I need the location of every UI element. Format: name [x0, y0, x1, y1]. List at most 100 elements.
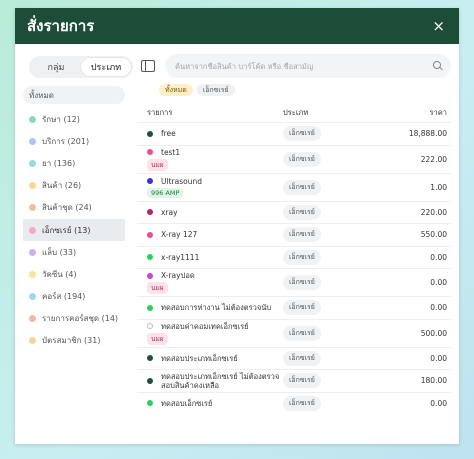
filter-chips: ทั้งหมด เอ็กซเรย์: [159, 84, 451, 96]
item-type-badge: เอ็กซเรย์: [283, 300, 321, 316]
item-type-badge: เอ็กซเรย์: [283, 373, 321, 389]
item-color-dot-icon: [147, 272, 153, 279]
category-item[interactable]: ยา (136): [23, 152, 125, 174]
table-row[interactable]: Ultrasound 996 AMP เอ็กซเรย์ 1.00: [137, 172, 451, 201]
category-label: แล็บ (33): [42, 247, 77, 257]
item-name: ทดสอบประเภทเอ็กซเรย์ ไม่ต้องตรวจสอบสินค้…: [161, 371, 280, 390]
order-modal: สั่งรายการ × กลุ่ม ประเภท ทั้งหมด รักษา …: [15, 8, 459, 444]
sidebar-toggle-icon[interactable]: [141, 60, 155, 72]
item-price: 500.00: [420, 328, 447, 338]
modal-title: สั่งรายการ: [27, 17, 95, 35]
item-name: x-ray1111: [161, 252, 200, 262]
item-name: ทดสอบการห่างาน ไม่ต้องตรวจนับ: [161, 303, 272, 313]
item-color-dot-icon: [147, 355, 153, 362]
category-label: คอร์ส (194): [42, 292, 86, 302]
category-label: รายการคอร์สชุด (14): [42, 314, 119, 324]
item-name: Ultrasound: [161, 176, 202, 186]
item-type-badge: เอ็กซเรย์: [283, 179, 321, 195]
filter-chip[interactable]: ทั้งหมด: [159, 84, 193, 96]
item-name: xray: [161, 207, 178, 217]
item-name: ทดสอบค่าคอมเทคเอ็กซเรย์: [161, 321, 249, 331]
table-row[interactable]: X-rayปอด นมผ เอ็กซเรย์ 0.00: [137, 268, 451, 296]
item-color-dot-icon: [147, 323, 153, 329]
category-item[interactable]: เอ็กซเรย์ (13): [23, 218, 125, 242]
item-color-dot-icon: [147, 130, 153, 137]
category-item[interactable]: วัคซีน (4): [23, 263, 125, 285]
table-row[interactable]: x-ray1111 เอ็กซเรย์ 0.00: [137, 245, 451, 269]
item-sub-badge: นมผ: [147, 282, 168, 294]
item-name: X-ray 127: [161, 230, 198, 240]
item-type-badge: เอ็กซเรย์: [283, 395, 321, 411]
item-sub-badge: นมผ: [147, 158, 168, 171]
search-icon[interactable]: [433, 61, 443, 71]
category-item[interactable]: สินค้าชุด (24): [23, 197, 125, 219]
category-dot-icon: [29, 182, 36, 190]
category-dot-icon: [29, 137, 36, 145]
category-dot-icon: [29, 115, 36, 123]
table-row[interactable]: test1 นมผ เอ็กซเรย์ 222.00: [137, 144, 451, 173]
item-price: 18,888.00: [408, 129, 447, 139]
category-dot-icon: [29, 337, 36, 345]
item-type-badge: เอ็กซเรย์: [283, 227, 321, 243]
category-item[interactable]: สินค้า (26): [23, 175, 125, 197]
category-label: รักษา (12): [42, 114, 80, 124]
header-name: รายการ: [147, 108, 173, 117]
category-item[interactable]: รักษา (12): [23, 108, 125, 130]
item-name: ทดสอบประเภทเอ็กซเรย์: [161, 353, 238, 363]
category-item[interactable]: แล็บ (33): [23, 241, 125, 263]
toggle-type[interactable]: ประเภท: [81, 58, 131, 76]
main-panel: ทั้งหมดเอ็กซเรย์ รายการ ประเภท ราคา free…: [133, 44, 459, 444]
view-toggle: กลุ่ม ประเภท: [29, 56, 133, 78]
category-item[interactable]: บัตรสมาชิก (31): [23, 330, 125, 352]
item-color-dot-icon: [147, 231, 153, 238]
item-price: 550.00: [420, 230, 447, 240]
table-row[interactable]: ทดสอบค่าคอมเทคเอ็กซเรย์ นมผ เอ็กซเรย์ 500.0…: [137, 318, 451, 347]
item-price: 222.00: [420, 154, 447, 164]
table-row[interactable]: ทดสอบประเภทเอ็กซเรย์ ไม่ต้องตรวจสอบสินค้…: [137, 369, 451, 392]
table-row[interactable]: free เอ็กซเรย์ 18,888.00: [137, 122, 451, 145]
item-sub-badge: นมผ: [147, 332, 168, 345]
header-type: ประเภท: [283, 108, 309, 117]
item-type-badge: เอ็กซเรย์: [283, 249, 321, 265]
item-table: free เอ็กซเรย์ 18,888.00 test1 นมผ เอ็กซเรย์ 2…: [137, 122, 451, 414]
category-dot-icon: [29, 315, 36, 323]
item-type-badge: เอ็กซเรย์: [283, 275, 321, 290]
item-sub-badge: 996 AMP: [147, 187, 184, 198]
item-color-dot-icon: [147, 149, 153, 155]
item-price: 0.00: [430, 252, 447, 262]
close-icon[interactable]: ×: [432, 18, 445, 34]
table-row[interactable]: ทดสอบประเภทเอ็กซเรย์ เอ็กซเรย์ 0.00: [137, 346, 451, 370]
item-color-dot-icon: [147, 254, 153, 261]
table-row[interactable]: xray เอ็กซเรย์ 220.00: [137, 200, 451, 224]
table-row[interactable]: ทดสอบเอ็กซเรย์ เอ็กซเรย์ 0.00: [137, 391, 451, 415]
category-dot-icon: [29, 270, 36, 278]
category-item[interactable]: บริการ (201): [23, 130, 125, 152]
category-dot-icon: [29, 159, 36, 167]
item-name: free: [161, 129, 176, 139]
table-header: รายการ ประเภท ราคา: [137, 106, 451, 120]
search-box: [165, 54, 451, 78]
item-color-dot-icon: [147, 178, 153, 184]
table-row[interactable]: ทดสอบการห่างาน ไม่ต้องตรวจนับ เอ็กซเรย์ 0.…: [137, 296, 451, 319]
modal-header: สั่งรายการ ×: [15, 8, 459, 44]
item-type-badge: เอ็กซเรย์: [283, 325, 321, 341]
item-type-badge: เอ็กซเรย์: [283, 126, 321, 142]
category-sidebar: กลุ่ม ประเภท ทั้งหมด รักษา (12) บริการ (2…: [15, 44, 133, 444]
search-input[interactable]: [175, 61, 433, 71]
toggle-group[interactable]: กลุ่ม: [31, 58, 81, 76]
category-item[interactable]: รายการคอร์สชุด (14): [23, 308, 125, 330]
header-price: ราคา: [429, 108, 447, 117]
category-list: รักษา (12) บริการ (201) ยา (136) สินค้า (26…: [23, 108, 125, 352]
item-type-badge: เอ็กซเรย์: [283, 350, 321, 366]
item-price: 0.00: [430, 278, 447, 287]
category-all[interactable]: ทั้งหมด: [23, 86, 125, 104]
table-row[interactable]: X-ray 127 เอ็กซเรย์ 550.00: [137, 223, 451, 246]
item-color-dot-icon: [147, 377, 153, 384]
category-label: วัคซีน (4): [42, 269, 77, 279]
item-price: 0.00: [430, 353, 447, 363]
category-label: บัตรสมาชิก (31): [42, 336, 101, 346]
category-label: สินค้าชุด (24): [42, 203, 92, 213]
filter-chip[interactable]: เอ็กซเรย์: [196, 84, 235, 96]
category-item[interactable]: คอร์ส (194): [23, 286, 125, 308]
item-type-badge: เอ็กซเรย์: [283, 151, 321, 167]
